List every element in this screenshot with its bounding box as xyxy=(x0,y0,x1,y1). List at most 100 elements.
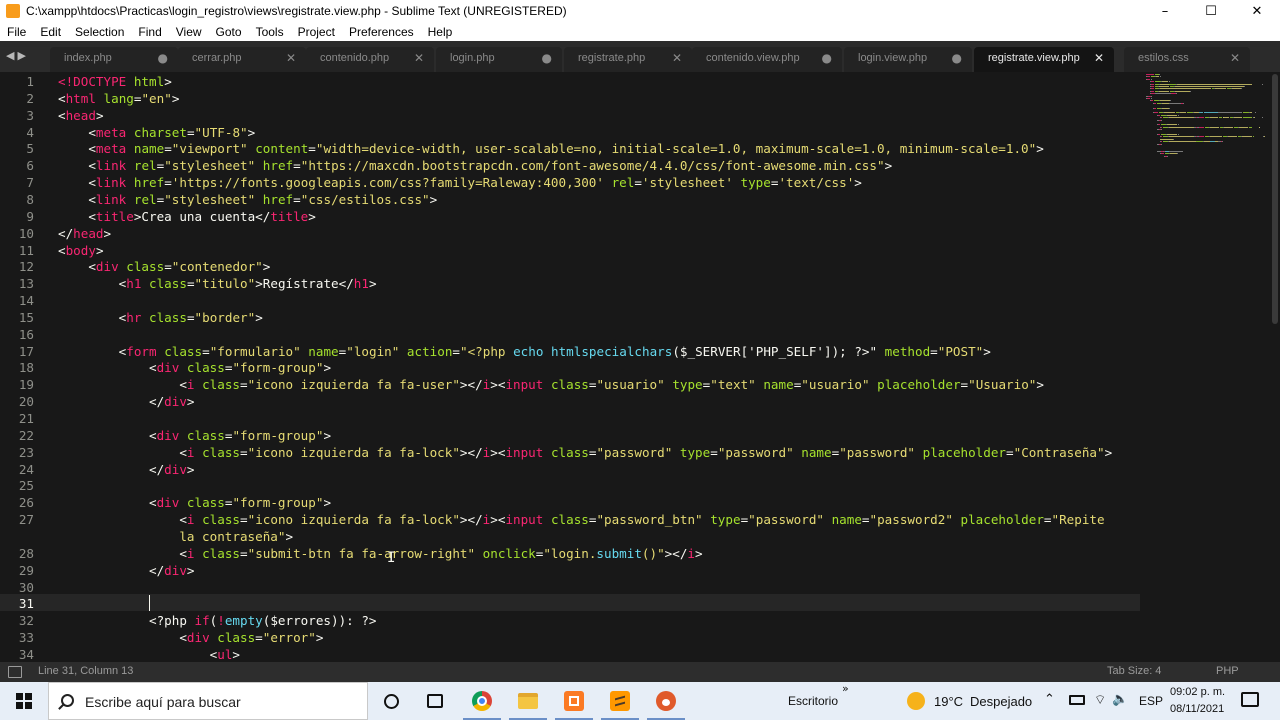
menu-view[interactable]: View xyxy=(169,25,209,39)
unsaved-dot-icon[interactable]: ● xyxy=(542,51,552,65)
tab-contenido-view-php[interactable]: contenido.view.php ● xyxy=(692,47,842,72)
code-line[interactable]: <div class="form-group"> xyxy=(58,427,331,444)
close-button[interactable]: ✕ xyxy=(1234,0,1280,22)
taskbar-search-box[interactable]: Escribe aquí para buscar xyxy=(48,682,368,720)
code-line[interactable]: <link rel="stylesheet" href="https://max… xyxy=(58,157,892,174)
code-line[interactable]: </div> xyxy=(58,393,195,410)
tab-contenido-php[interactable]: contenido.php ✕ xyxy=(306,47,434,72)
tab-estilos-css[interactable]: estilos.css ✕ xyxy=(1124,47,1250,72)
weather-sun-icon[interactable] xyxy=(907,692,925,710)
minimap-stroke xyxy=(1150,90,1155,92)
wifi-icon[interactable]: ⌔ xyxy=(1094,692,1106,708)
tab-registrate-php[interactable]: registrate.php ✕ xyxy=(564,47,692,72)
code-line[interactable]: <head> xyxy=(58,107,104,124)
menu-find[interactable]: Find xyxy=(131,25,168,39)
maximize-button[interactable]: ☐ xyxy=(1188,0,1234,22)
minimap-stroke xyxy=(1227,136,1237,138)
input-language[interactable]: ESP xyxy=(1139,694,1163,708)
code-line[interactable]: </div> xyxy=(58,461,195,478)
clock-date[interactable]: 08/11/2021 xyxy=(1170,703,1224,715)
code-line[interactable]: <div class="form-group"> xyxy=(58,494,331,511)
sublime-taskbar-button[interactable] xyxy=(597,682,643,720)
file-explorer-taskbar-button[interactable] xyxy=(505,682,551,720)
minimap-stroke xyxy=(1158,86,1170,87)
menu-file[interactable]: File xyxy=(0,25,33,39)
code-area[interactable]: <!DOCTYPE html> <html lang="en"> <head> <m… xyxy=(58,72,1138,662)
code-line[interactable]: <hr class="border"> xyxy=(58,309,263,326)
close-icon[interactable]: ✕ xyxy=(1094,51,1104,65)
tab-login-view-php[interactable]: login.view.php ● xyxy=(844,47,972,72)
code-line[interactable]: <h1 class="titulo">Regístrate</h1> xyxy=(58,275,377,292)
code-line[interactable]: <link href='https://fonts.googleapis.com… xyxy=(58,174,862,191)
code-line[interactable]: <div class="form-group"> xyxy=(58,359,331,376)
chrome-taskbar-button[interactable] xyxy=(459,682,505,720)
close-icon[interactable]: ✕ xyxy=(286,51,296,65)
tab-cerrar-php[interactable]: cerrar.php ✕ xyxy=(178,47,306,72)
tab-size-indicator[interactable]: Tab Size: 4 xyxy=(1107,665,1161,677)
close-icon[interactable]: ✕ xyxy=(414,51,424,65)
weather-temperature[interactable]: 19°C xyxy=(934,694,963,709)
code-line[interactable]: <meta charset="UTF-8"> xyxy=(58,124,255,141)
scrollbar-thumb[interactable] xyxy=(1272,74,1278,324)
desktop-toolbar-label[interactable]: Escritorio xyxy=(788,694,838,708)
code-line[interactable]: <link rel="stylesheet" href="css/estilos… xyxy=(58,191,437,208)
menu-goto[interactable]: Goto xyxy=(209,25,249,39)
syntax-indicator[interactable]: PHP xyxy=(1216,665,1239,677)
cortana-button[interactable] xyxy=(368,682,414,720)
code-line[interactable]: </div> xyxy=(58,562,195,579)
code-line[interactable]: <body> xyxy=(58,242,104,259)
menu-preferences[interactable]: Preferences xyxy=(342,25,421,39)
minimap-stroke xyxy=(1177,114,1179,116)
unsaved-dot-icon[interactable]: ● xyxy=(952,51,962,65)
volume-icon[interactable]: 🔈 xyxy=(1112,692,1128,707)
code-line[interactable]: <i class="icono izquierda fa fa-lock"></… xyxy=(58,511,1104,528)
close-icon[interactable]: ✕ xyxy=(1230,51,1240,65)
menu-edit[interactable]: Edit xyxy=(33,25,68,39)
tab-login-php[interactable]: login.php ● xyxy=(436,47,562,72)
vertical-scrollbar[interactable] xyxy=(1270,72,1280,662)
clock-time[interactable]: 09:02 p. m. xyxy=(1170,686,1225,698)
code-line[interactable]: <!DOCTYPE html> xyxy=(58,73,172,90)
code-line[interactable]: <i class="icono izquierda fa fa-user"></… xyxy=(58,376,1044,393)
tab-nav-arrows-icon[interactable]: ◀▶ xyxy=(6,49,29,62)
code-line[interactable]: <i class="icono izquierda fa fa-lock"></… xyxy=(58,444,1112,461)
tab-registrate-view-php[interactable]: registrate.view.php ✕ xyxy=(974,47,1114,72)
code-line[interactable]: <html lang="en"> xyxy=(58,90,179,107)
panel-toggle-icon[interactable] xyxy=(8,666,22,678)
code-line[interactable]: <div class="contenedor"> xyxy=(58,258,270,275)
unsaved-dot-icon[interactable]: ● xyxy=(158,51,168,65)
menu-selection[interactable]: Selection xyxy=(68,25,131,39)
minimize-button[interactable]: – xyxy=(1142,0,1188,22)
menu-tools[interactable]: Tools xyxy=(249,25,291,39)
code-line[interactable]: <title>Crea una cuenta</title> xyxy=(58,208,316,225)
code-line[interactable]: la contraseña"> xyxy=(58,528,293,545)
code-line[interactable]: <div class="error"> xyxy=(58,629,323,646)
code-line[interactable]: <meta name="viewport" content="width=dev… xyxy=(58,140,1043,157)
brave-taskbar-button[interactable] xyxy=(643,682,689,720)
minimap[interactable] xyxy=(1142,72,1272,662)
line-number: 32 xyxy=(18,613,34,628)
toolbar-chevron-icon[interactable]: » xyxy=(842,682,849,695)
menu-project[interactable]: Project xyxy=(291,25,342,39)
code-token: rel xyxy=(611,175,635,190)
close-icon[interactable]: ✕ xyxy=(672,51,682,65)
notification-center-icon[interactable] xyxy=(1241,692,1259,707)
start-button[interactable] xyxy=(0,682,48,720)
code-line[interactable]: <?php if(!empty($errores)): ?> xyxy=(58,612,377,629)
code-line[interactable]: <ul> xyxy=(58,646,240,662)
code-editor[interactable]: 1 2 3 4 5 6 7 8 9 10 11 12 13 14 15 16 17 18 19 20 21 22 23 24 2… xyxy=(0,72,1280,662)
xampp-taskbar-button[interactable] xyxy=(551,682,597,720)
hidden-icons-chevron-icon[interactable]: ⌃ xyxy=(1044,692,1055,707)
menu-help[interactable]: Help xyxy=(421,25,460,39)
code-line[interactable]: </head> xyxy=(58,225,111,242)
minimap-stroke xyxy=(1221,141,1223,143)
code-token: placeholder xyxy=(922,445,1007,460)
weather-condition[interactable]: Despejado xyxy=(970,694,1032,709)
code-line[interactable]: <i class="submit-btn fa fa-arrow-right" … xyxy=(58,545,702,562)
task-view-button[interactable] xyxy=(412,682,458,720)
code-line[interactable]: <form class="formulario" name="login" ac… xyxy=(58,343,991,360)
battery-icon[interactable] xyxy=(1069,695,1085,705)
unsaved-dot-icon[interactable]: ● xyxy=(822,51,832,65)
tab-index-php[interactable]: index.php ● xyxy=(50,47,178,72)
